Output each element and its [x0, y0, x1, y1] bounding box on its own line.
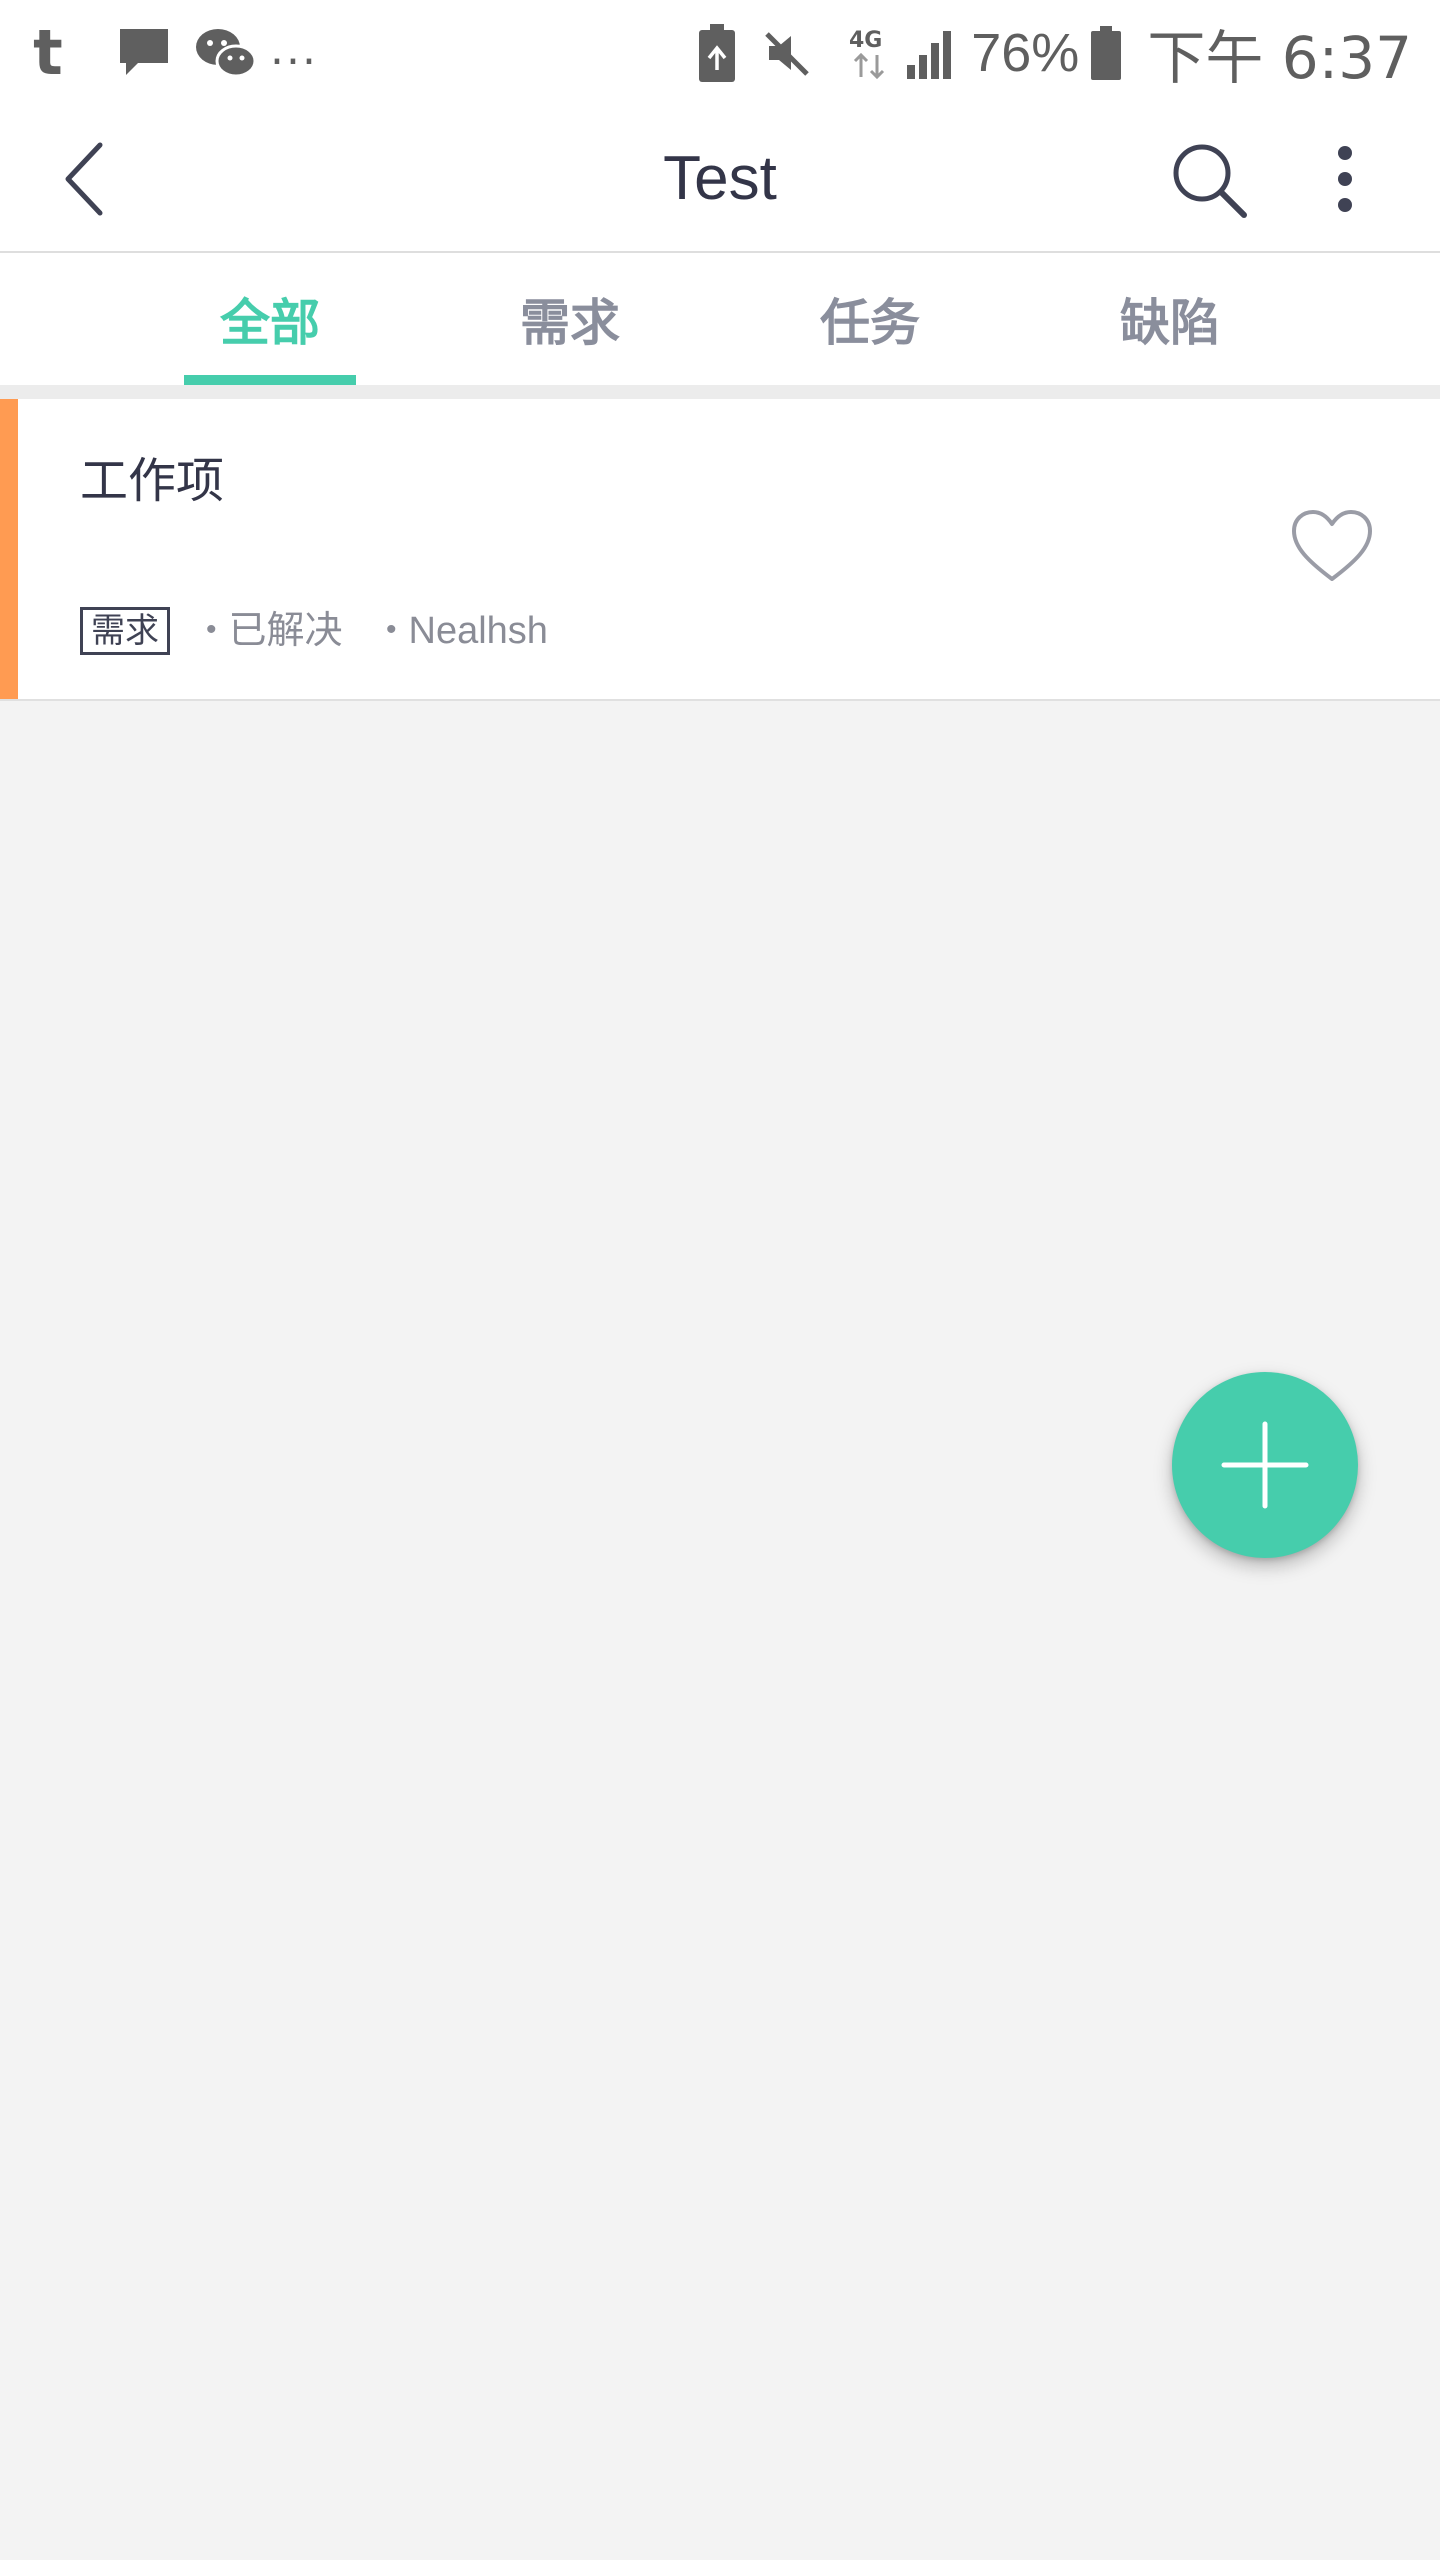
- active-tab-indicator: [184, 375, 356, 385]
- battery-percent: 76%: [971, 23, 1080, 83]
- separator-dot: •: [386, 613, 397, 646]
- tabs-divider: [0, 385, 1440, 399]
- work-item-assignee: • Nealhsh: [386, 607, 548, 655]
- message-notification-icon: [116, 25, 172, 81]
- tab-all[interactable]: 全部: [170, 253, 370, 385]
- mute-icon: [763, 28, 813, 78]
- status-bar: t ... 4G 76% 下午 6:37: [0, 0, 1440, 105]
- work-item-row[interactable]: 工作项 需求 • 已解决 • Nealhsh: [0, 399, 1440, 701]
- plus-icon: [1221, 1421, 1309, 1509]
- cell-signal-icon: [905, 27, 957, 79]
- add-work-item-button[interactable]: [1172, 1372, 1358, 1558]
- work-item-status-text: 已解决: [228, 610, 343, 652]
- heart-outline-icon: [1292, 510, 1372, 581]
- work-item-title: 工作项: [80, 453, 225, 509]
- network-4g-icon: 4G: [847, 25, 891, 81]
- separator-dot: •: [206, 613, 217, 646]
- app-bar: Test: [0, 105, 1440, 253]
- search-icon: [1173, 144, 1247, 218]
- more-options-button[interactable]: [1310, 131, 1380, 227]
- battery-icon: [1091, 26, 1122, 80]
- status-left-icons: t ...: [28, 18, 318, 88]
- wechat-notification-icon: [194, 25, 256, 81]
- tab-requirements[interactable]: 需求: [470, 253, 670, 385]
- clock: 下午 6:37: [1147, 24, 1412, 92]
- work-item-status: • 已解决: [206, 607, 343, 655]
- network-type-label: 4G: [849, 28, 882, 53]
- more-notifications-indicator: ...: [270, 23, 318, 75]
- battery-saver-icon: [699, 24, 736, 82]
- tumblr-app-icon: t: [33, 16, 63, 89]
- tab-bar: 全部 需求 任务 缺陷: [0, 253, 1440, 385]
- work-item-assignee-text: Nealhsh: [408, 610, 548, 652]
- tab-defects[interactable]: 缺陷: [1070, 253, 1270, 385]
- search-button[interactable]: [1160, 131, 1256, 227]
- priority-indicator: [0, 399, 18, 699]
- tab-tasks[interactable]: 任务: [770, 253, 970, 385]
- status-right-icons: 4G 76% 下午 6:37: [699, 18, 1412, 92]
- work-item-type-tag: 需求: [80, 607, 170, 655]
- more-vertical-icon: [1338, 146, 1352, 212]
- favorite-button[interactable]: [1288, 507, 1376, 587]
